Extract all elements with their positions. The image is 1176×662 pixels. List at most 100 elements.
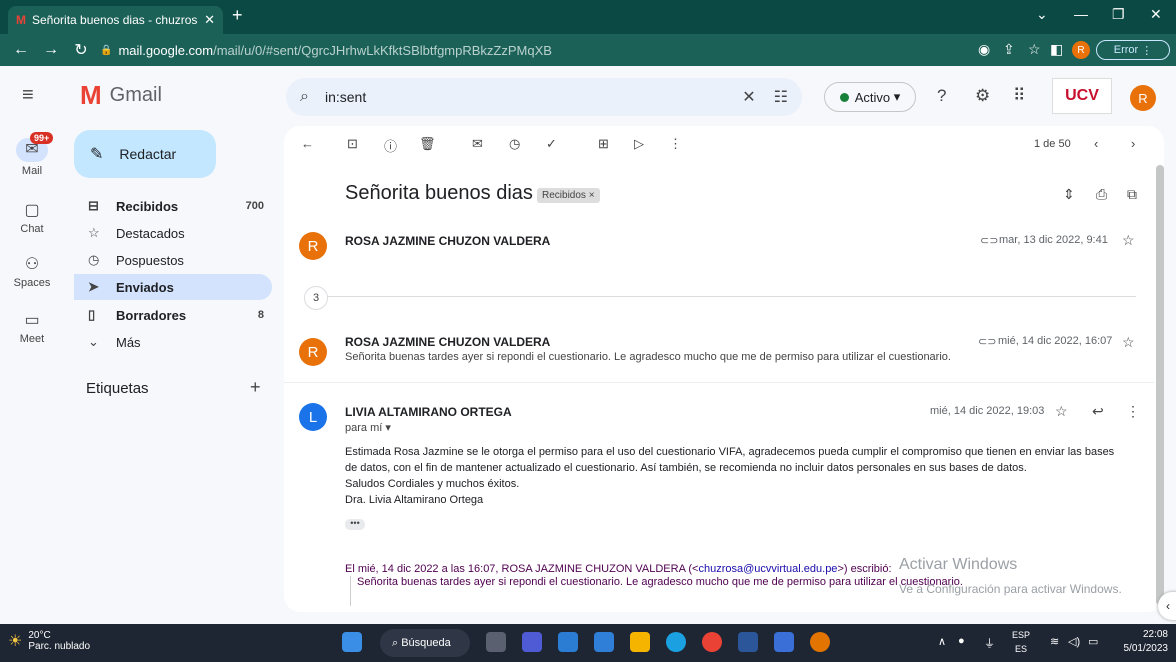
- account-avatar[interactable]: R: [1130, 85, 1156, 111]
- show-trimmed-button[interactable]: •••: [345, 519, 365, 530]
- star-icon[interactable]: ☆: [1122, 334, 1135, 351]
- gmail-m-icon: M: [80, 80, 102, 110]
- label-chip[interactable]: Recibidos ×: [537, 188, 600, 203]
- delete-icon[interactable]: 🗑: [419, 136, 436, 152]
- rail-chat[interactable]: ▢ Chat: [0, 200, 64, 235]
- share-icon[interactable]: ⇪: [1003, 41, 1015, 58]
- pager-count: 1 de 50: [1034, 138, 1071, 150]
- start-icon[interactable]: [342, 632, 362, 652]
- new-tab-button[interactable]: +: [232, 5, 243, 26]
- usb-icon[interactable]: ⏚: [984, 635, 995, 651]
- sidebar-item-starred[interactable]: ☆ Destacados: [74, 220, 272, 246]
- settings-gear-icon[interactable]: ⚙: [975, 86, 990, 106]
- back-icon[interactable]: ←: [12, 41, 30, 59]
- browser-profile-avatar[interactable]: R: [1072, 41, 1090, 59]
- search-options-icon[interactable]: ☷: [774, 87, 788, 107]
- weather-widget[interactable]: ☀ 20°C Parc. nublado: [8, 630, 90, 652]
- chevron-down-icon: ⌄: [88, 334, 99, 349]
- chat-app-icon[interactable]: [522, 632, 542, 652]
- recipient-toggle[interactable]: para mí ▾: [345, 421, 391, 434]
- collapsed-count-button[interactable]: 3: [304, 286, 328, 310]
- expand-all-icon[interactable]: ⇕: [1063, 186, 1075, 203]
- volume-icon[interactable]: ◁): [1068, 635, 1080, 648]
- restore-button[interactable]: ❐: [1112, 6, 1125, 23]
- sidebar-item-more[interactable]: ⌄ Más: [74, 329, 272, 355]
- status-dropdown[interactable]: Activo ▾: [824, 82, 916, 112]
- compose-button[interactable]: ✎ Redactar: [74, 130, 216, 178]
- sidebar-item-snoozed[interactable]: ◷ Pospuestos: [74, 247, 272, 273]
- search-input[interactable]: in:sent: [325, 89, 724, 105]
- minimize-button[interactable]: —: [1074, 6, 1088, 22]
- bookmark-star-icon[interactable]: ☆: [1028, 41, 1041, 58]
- more-options-icon[interactable]: ⋮: [669, 136, 682, 152]
- rail-meet[interactable]: ▭ Meet: [0, 310, 64, 345]
- edge-icon[interactable]: [666, 632, 686, 652]
- clear-search-icon[interactable]: ✕: [742, 87, 755, 107]
- chrome-icon[interactable]: [702, 632, 722, 652]
- rail-mail[interactable]: ✉ Mail: [0, 138, 64, 177]
- new-window-icon[interactable]: ⧉: [1127, 186, 1137, 203]
- snooze-icon[interactable]: ◷: [509, 136, 520, 152]
- taskbar-search[interactable]: ⌕ Búsqueda: [380, 629, 470, 657]
- add-label-button[interactable]: +: [250, 377, 261, 398]
- star-icon[interactable]: ☆: [1122, 232, 1135, 249]
- add-task-icon[interactable]: ✓: [546, 136, 557, 152]
- star-icon[interactable]: ☆: [1055, 403, 1068, 420]
- tray-overflow-icon[interactable]: ∧: [938, 635, 946, 648]
- newer-icon[interactable]: ‹: [1094, 136, 1098, 151]
- forward-icon[interactable]: →: [42, 41, 60, 59]
- older-icon[interactable]: ›: [1131, 136, 1135, 151]
- rail-spaces[interactable]: ⚇ Spaces: [0, 254, 64, 289]
- file-explorer-icon[interactable]: [630, 632, 650, 652]
- system-clock[interactable]: 22:08 5/01/2023: [1110, 628, 1169, 656]
- word-icon[interactable]: [738, 632, 758, 652]
- sidebar-item-inbox[interactable]: ⊟ Recibidos 700: [74, 193, 272, 219]
- back-to-list-icon[interactable]: ←: [301, 136, 314, 151]
- sender-avatar: R: [299, 338, 327, 366]
- search-icon[interactable]: ⌕: [300, 88, 309, 106]
- quote-email-link[interactable]: chuzrosa@ucvvirtual.edu.pe: [698, 563, 837, 575]
- label-icon[interactable]: ▷: [634, 136, 644, 152]
- address-bar-row: ← → ↻ 🔒 mail.google.com/mail/u/0/#sent/Q…: [0, 34, 1176, 66]
- message-sender[interactable]: LIVIA ALTAMIRANO ORTEGA: [345, 405, 512, 419]
- task-view-icon[interactable]: [486, 632, 506, 652]
- error-button[interactable]: Error ⋮: [1096, 40, 1170, 60]
- security-icon[interactable]: ●: [958, 635, 965, 647]
- store-icon[interactable]: [558, 632, 578, 652]
- report-spam-icon[interactable]: ⓘ: [384, 136, 397, 155]
- reply-icon[interactable]: ↩: [1092, 403, 1104, 420]
- archive-icon[interactable]: ⊡: [347, 136, 358, 152]
- help-icon[interactable]: ?: [937, 86, 946, 106]
- zoom-icon[interactable]: [774, 632, 794, 652]
- gmail-logo[interactable]: M Gmail: [80, 80, 162, 111]
- url-field[interactable]: 🔒 mail.google.com/mail/u/0/#sent/QgrcJHr…: [100, 38, 1130, 62]
- org-logo[interactable]: UCV: [1052, 78, 1112, 114]
- reload-icon[interactable]: ↻: [72, 40, 90, 60]
- sidepanel-icon[interactable]: ◧: [1050, 41, 1063, 58]
- sidebar-item-sent[interactable]: ➤ Enviados: [74, 274, 272, 300]
- scrollbar[interactable]: [1156, 165, 1164, 605]
- print-icon[interactable]: ⎙: [1096, 186, 1107, 203]
- status-dot-icon: [839, 92, 849, 102]
- wifi-icon[interactable]: ≋: [1050, 635, 1059, 648]
- chrome-profile-icon[interactable]: [810, 632, 830, 652]
- main-menu-icon[interactable]: ≡: [22, 84, 34, 107]
- eye-icon[interactable]: ◉: [978, 41, 990, 58]
- close-window-button[interactable]: ✕: [1150, 6, 1162, 23]
- message-more-icon[interactable]: ⋮: [1126, 403, 1140, 420]
- tab-search-icon[interactable]: ⌄: [1036, 6, 1048, 23]
- sidebar-item-drafts[interactable]: ▯ Borradores 8: [74, 302, 272, 328]
- side-panel-toggle[interactable]: ‹: [1158, 592, 1176, 620]
- close-tab-icon[interactable]: ✕: [204, 12, 215, 28]
- search-bar[interactable]: ⌕ in:sent ✕ ☷: [286, 78, 802, 116]
- input-language[interactable]: ESP ES: [1012, 628, 1030, 656]
- mark-unread-icon[interactable]: ✉: [472, 136, 483, 152]
- message-sender[interactable]: ROSA JAZMINE CHUZON VALDERA: [345, 335, 550, 349]
- browser-tab[interactable]: M Señorita buenos dias - chuzrosa@ ✕: [8, 6, 223, 34]
- mail-app-icon[interactable]: [594, 632, 614, 652]
- apps-grid-icon[interactable]: ⠿: [1013, 86, 1025, 106]
- body-line: Saludos Cordiales y muchos éxitos.: [345, 478, 520, 490]
- move-to-icon[interactable]: ⊞: [598, 136, 609, 152]
- battery-icon[interactable]: ▭: [1088, 635, 1098, 648]
- message-sender[interactable]: ROSA JAZMINE CHUZON VALDERA: [345, 234, 550, 248]
